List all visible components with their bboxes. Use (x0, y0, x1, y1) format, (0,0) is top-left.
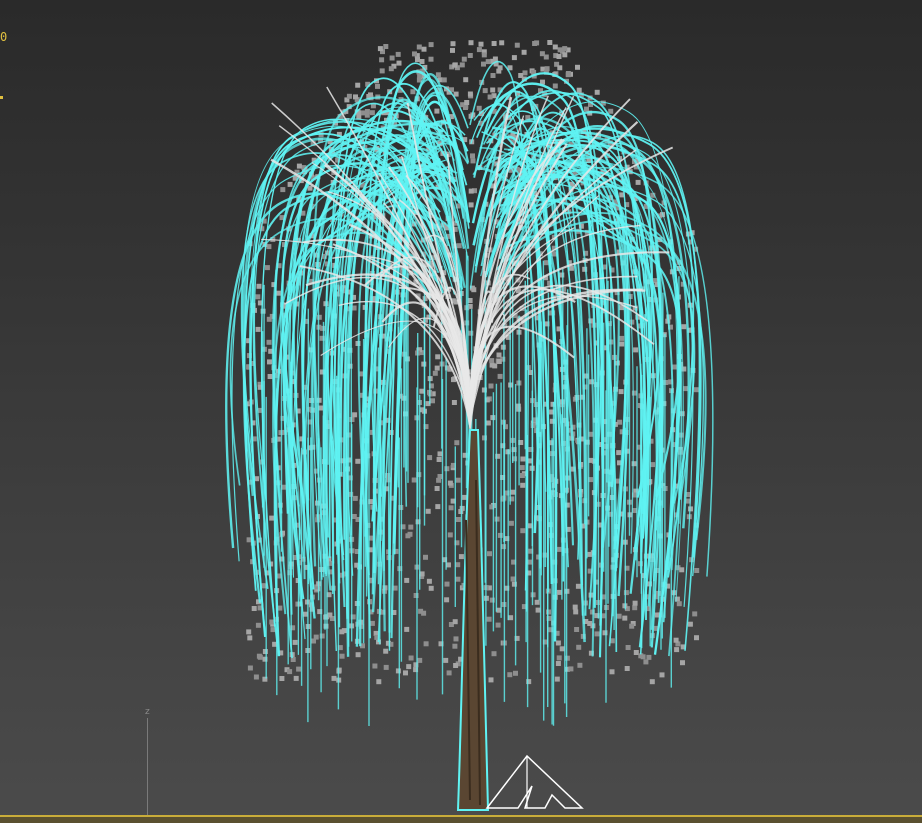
viewport-3d[interactable]: 0 z (0, 0, 922, 823)
willow-trunk[interactable] (456, 429, 490, 811)
pivot-gizmo-icon[interactable] (485, 754, 584, 809)
axis-z-line (147, 718, 148, 815)
axis-z-label: z (145, 707, 150, 717)
scene-canvas[interactable] (0, 0, 922, 823)
willow-tree-model[interactable] (225, 40, 714, 811)
ground-plane (0, 817, 922, 823)
